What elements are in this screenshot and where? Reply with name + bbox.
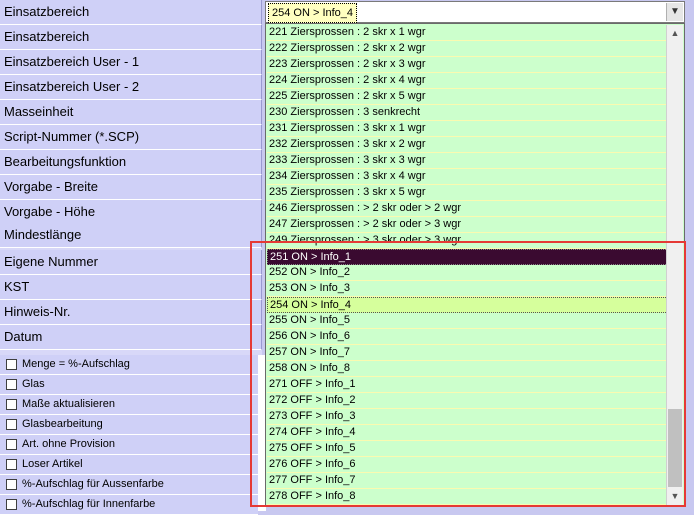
field-label: Einsatzbereich User - 2	[0, 75, 262, 100]
checkbox[interactable]	[6, 459, 17, 470]
vertical-scrollbar[interactable]: ▲ ▼	[666, 25, 683, 505]
list-item[interactable]: 258 ON > Info_8	[267, 361, 668, 377]
checkbox-label: Art. ohne Provision	[22, 438, 115, 450]
checkbox[interactable]	[6, 499, 17, 510]
checkbox-row[interactable]: Art. ohne Provision	[0, 435, 258, 455]
checkbox-row[interactable]: Loser Artikel	[0, 455, 258, 475]
checkbox-label: Glasbearbeitung	[22, 418, 103, 430]
chevron-down-icon[interactable]: ▼	[666, 3, 683, 21]
list-item[interactable]: 272 OFF > Info_2	[267, 393, 668, 409]
list-item[interactable]: 253 ON > Info_3	[267, 281, 668, 297]
field-label: Eigene Nummer	[0, 250, 262, 275]
list-item[interactable]: 222 Ziersprossen : 2 skr x 2 wgr	[267, 41, 668, 57]
list-item[interactable]: 225 Ziersprossen : 2 skr x 5 wgr	[267, 89, 668, 105]
field-label: Einsatzbereich	[0, 25, 262, 50]
checkbox[interactable]	[6, 379, 17, 390]
list-item[interactable]: 232 Ziersprossen : 3 skr x 2 wgr	[267, 137, 668, 153]
scrollbar-thumb[interactable]	[668, 409, 682, 487]
list-item[interactable]: 223 Ziersprossen : 2 skr x 3 wgr	[267, 57, 668, 73]
einsatzbereich-combobox[interactable]: 254 ON > Info_4 ▼	[265, 1, 685, 23]
checkbox-row[interactable]: Glas	[0, 375, 258, 395]
checkbox[interactable]	[6, 439, 17, 450]
field-label: Datum	[0, 325, 262, 350]
field-label: Bearbeitungsfunktion	[0, 150, 262, 175]
list-item[interactable]: 221 Ziersprossen : 2 skr x 1 wgr	[267, 25, 668, 41]
field-label: Vorgabe - Höhe	[0, 200, 262, 225]
checkbox-label: Maße aktualisieren	[22, 398, 115, 410]
list-item[interactable]: 231 Ziersprossen : 3 skr x 1 wgr	[267, 121, 668, 137]
list-item[interactable]: 256 ON > Info_6	[267, 329, 668, 345]
list-item[interactable]: 230 Ziersprossen : 3 senkrecht	[267, 105, 668, 121]
checkbox-row[interactable]: %-Aufschlag für Innenfarbe	[0, 495, 258, 515]
checkbox[interactable]	[6, 479, 17, 490]
field-label: Script-Nummer (*.SCP)	[0, 125, 262, 150]
field-label: KST	[0, 275, 262, 300]
checkbox[interactable]	[6, 419, 17, 430]
list-item[interactable]: 255 ON > Info_5	[267, 313, 668, 329]
checkbox-row[interactable]: Menge = %-Aufschlag	[0, 355, 258, 375]
checkbox-row[interactable]: %-Aufschlag für Aussenfarbe	[0, 475, 258, 495]
list-item[interactable]: 252 ON > Info_2	[267, 265, 668, 281]
field-label: Einsatzbereich	[0, 0, 262, 25]
list-item[interactable]: 275 OFF > Info_5	[267, 441, 668, 457]
list-item[interactable]: 271 OFF > Info_1	[267, 377, 668, 393]
chevron-up-icon[interactable]: ▲	[667, 25, 683, 42]
combobox-value: 254 ON > Info_4	[268, 3, 358, 23]
field-label: Hinweis-Nr.	[0, 300, 262, 325]
list-item[interactable]: 251 ON > Info_1	[267, 249, 668, 265]
list-item[interactable]: 257 ON > Info_7	[267, 345, 668, 361]
list-item[interactable]: 235 Ziersprossen : 3 skr x 5 wgr	[267, 185, 668, 201]
field-label: Mindestlänge	[0, 223, 262, 248]
checkbox[interactable]	[6, 399, 17, 410]
checkbox-row[interactable]: Glasbearbeitung	[0, 415, 258, 435]
list-item[interactable]: 224 Ziersprossen : 2 skr x 4 wgr	[267, 73, 668, 89]
field-label: Masseinheit	[0, 100, 262, 125]
list-item[interactable]: 249 Ziersprossen : > 3 skr oder > 3 wgr	[267, 233, 668, 249]
checkbox-label: Glas	[22, 378, 45, 390]
checkbox[interactable]	[6, 359, 17, 370]
checkbox-label: %-Aufschlag für Innenfarbe	[22, 498, 156, 510]
checkbox-label: %-Aufschlag für Aussenfarbe	[22, 478, 164, 490]
list-item[interactable]: 278 OFF > Info_8	[267, 489, 668, 505]
list-item[interactable]: 276 OFF > Info_6	[267, 457, 668, 473]
chevron-down-icon[interactable]: ▼	[667, 488, 683, 505]
checkbox-label: Loser Artikel	[22, 458, 83, 470]
list-item[interactable]: 254 ON > Info_4	[267, 297, 668, 313]
field-label: Vorgabe - Breite	[0, 175, 262, 200]
checkbox-row[interactable]: Maße aktualisieren	[0, 395, 258, 415]
field-label: Einsatzbereich User - 1	[0, 50, 262, 75]
list-item[interactable]: 233 Ziersprossen : 3 skr x 3 wgr	[267, 153, 668, 169]
list-item[interactable]: 246 Ziersprossen : > 2 skr oder > 2 wgr	[267, 201, 668, 217]
list-item[interactable]: 277 OFF > Info_7	[267, 473, 668, 489]
list-item[interactable]: 274 OFF > Info_4	[267, 425, 668, 441]
checkbox-label: Menge = %-Aufschlag	[22, 358, 130, 370]
list-item[interactable]: 273 OFF > Info_3	[267, 409, 668, 425]
list-item[interactable]: 234 Ziersprossen : 3 skr x 4 wgr	[267, 169, 668, 185]
dropdown-list[interactable]: 278 OFF > Info_8 277 OFF > Info_7 276 OFF …	[265, 23, 685, 507]
list-item[interactable]: 247 Ziersprossen : > 2 skr oder > 3 wgr	[267, 217, 668, 233]
field-labels-panel: Einsatzbereich Einsatzbereich Einsatzberei…	[0, 0, 262, 515]
